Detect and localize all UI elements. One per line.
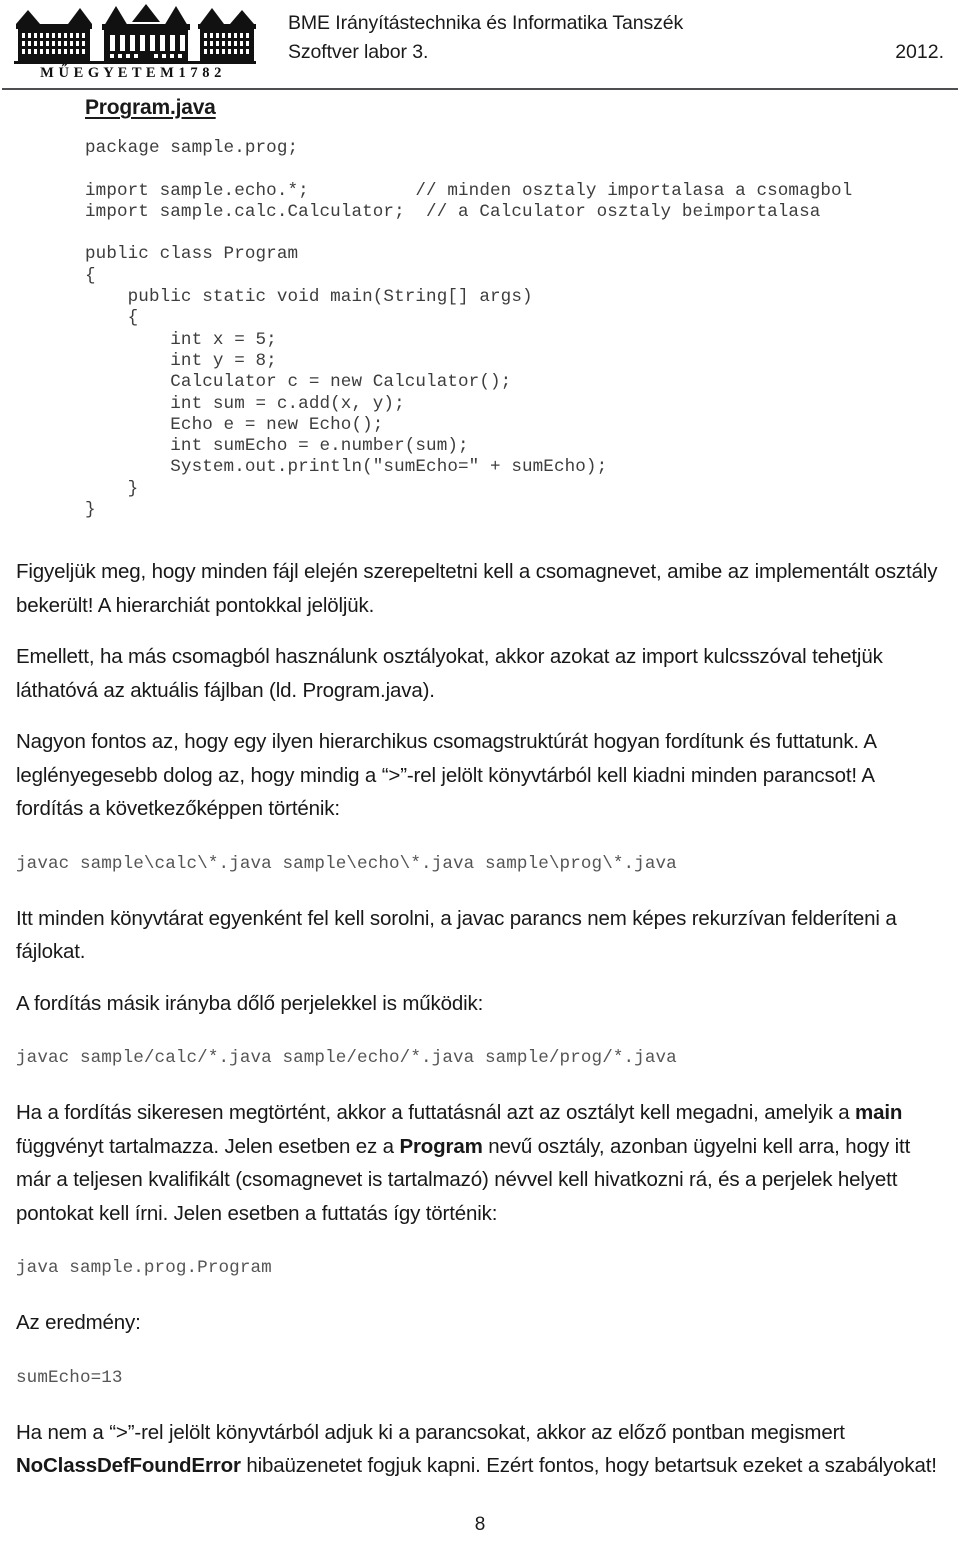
- command-run-program: java sample.prog.Program: [16, 1258, 272, 1279]
- page-footer: 8: [0, 1514, 960, 1536]
- paragraph-forwardslash-works: A fordítás másik irányba dőlő perjelekke…: [16, 991, 484, 1015]
- page-header: M Ű E G Y E T E M 1 7 8 2 BME Irányítást…: [0, 0, 960, 90]
- paragraph-import-keyword: Emellett, ha más csomagból használunk os…: [16, 645, 883, 702]
- document-page: M Ű E G Y E T E M 1 7 8 2 BME Irányítást…: [0, 0, 960, 1548]
- error-text-part-1: Ha nem a “>”-rel jelölt könyvtárból adju…: [16, 1420, 845, 1444]
- error-name-noclassdeffounderror: NoClassDefFoundError: [16, 1454, 241, 1478]
- paragraph-noclassdeffounderror: Ha nem a “>”-rel jelölt könyvtárból adju…: [16, 1416, 944, 1483]
- run-text-part-2: függvényt tartalmazza. Jelen esetben ez …: [16, 1134, 400, 1158]
- command-compile-forwardslash: javac sample/calc/*.java sample/echo/*.j…: [16, 1048, 677, 1069]
- course-title: Szoftver labor 3.: [288, 41, 429, 63]
- label-result: Az eredmény:: [16, 1311, 141, 1335]
- class-name-program: Program: [399, 1134, 483, 1158]
- java-source-listing: package sample.prog; import sample.echo.…: [85, 138, 853, 521]
- command-compile-backslash: javac sample\calc\*.java sample\echo\*.j…: [16, 853, 677, 874]
- paragraph-no-recursion: Itt minden könyvtárat egyenként fel kell…: [16, 906, 897, 964]
- run-text-part-1: Ha a fordítás sikeresen megtörtént, akko…: [16, 1101, 856, 1125]
- header-divider: [2, 88, 958, 90]
- bme-logo: M Ű E G Y E T E M 1 7 8 2: [0, 0, 262, 78]
- keyword-main: main: [855, 1101, 903, 1125]
- paragraph-compile-intro: Nagyon fontos az, hogy egy ilyen hierarc…: [16, 730, 876, 821]
- document-year: 2012.: [895, 41, 944, 63]
- muegyetem-building-icon: M Ű E G Y E T E M 1 7 8 2: [14, 4, 256, 78]
- paragraph-run-qualified-name: Ha a fordítás sikeresen megtörtént, akko…: [16, 1096, 944, 1230]
- document-content: Program.java package sample.prog; import…: [0, 96, 960, 1483]
- logo-caption-text: M Ű E G Y E T E M 1 7 8 2: [40, 64, 222, 78]
- console-output-sumecho: sumEcho=13: [16, 1367, 123, 1388]
- paragraph-package-declaration: Figyeljük meg, hogy minden fájl elején s…: [16, 560, 938, 617]
- page-number: 8: [474, 1514, 486, 1535]
- department-name: BME Irányítástechnika és Informatika Tan…: [288, 12, 684, 34]
- error-text-part-2: hibaüzenetet fogjuk kapni. Ezért fontos,…: [240, 1454, 937, 1478]
- code-file-heading: Program.java: [85, 96, 216, 119]
- header-text-block: BME Irányítástechnika és Informatika Tan…: [262, 0, 960, 67]
